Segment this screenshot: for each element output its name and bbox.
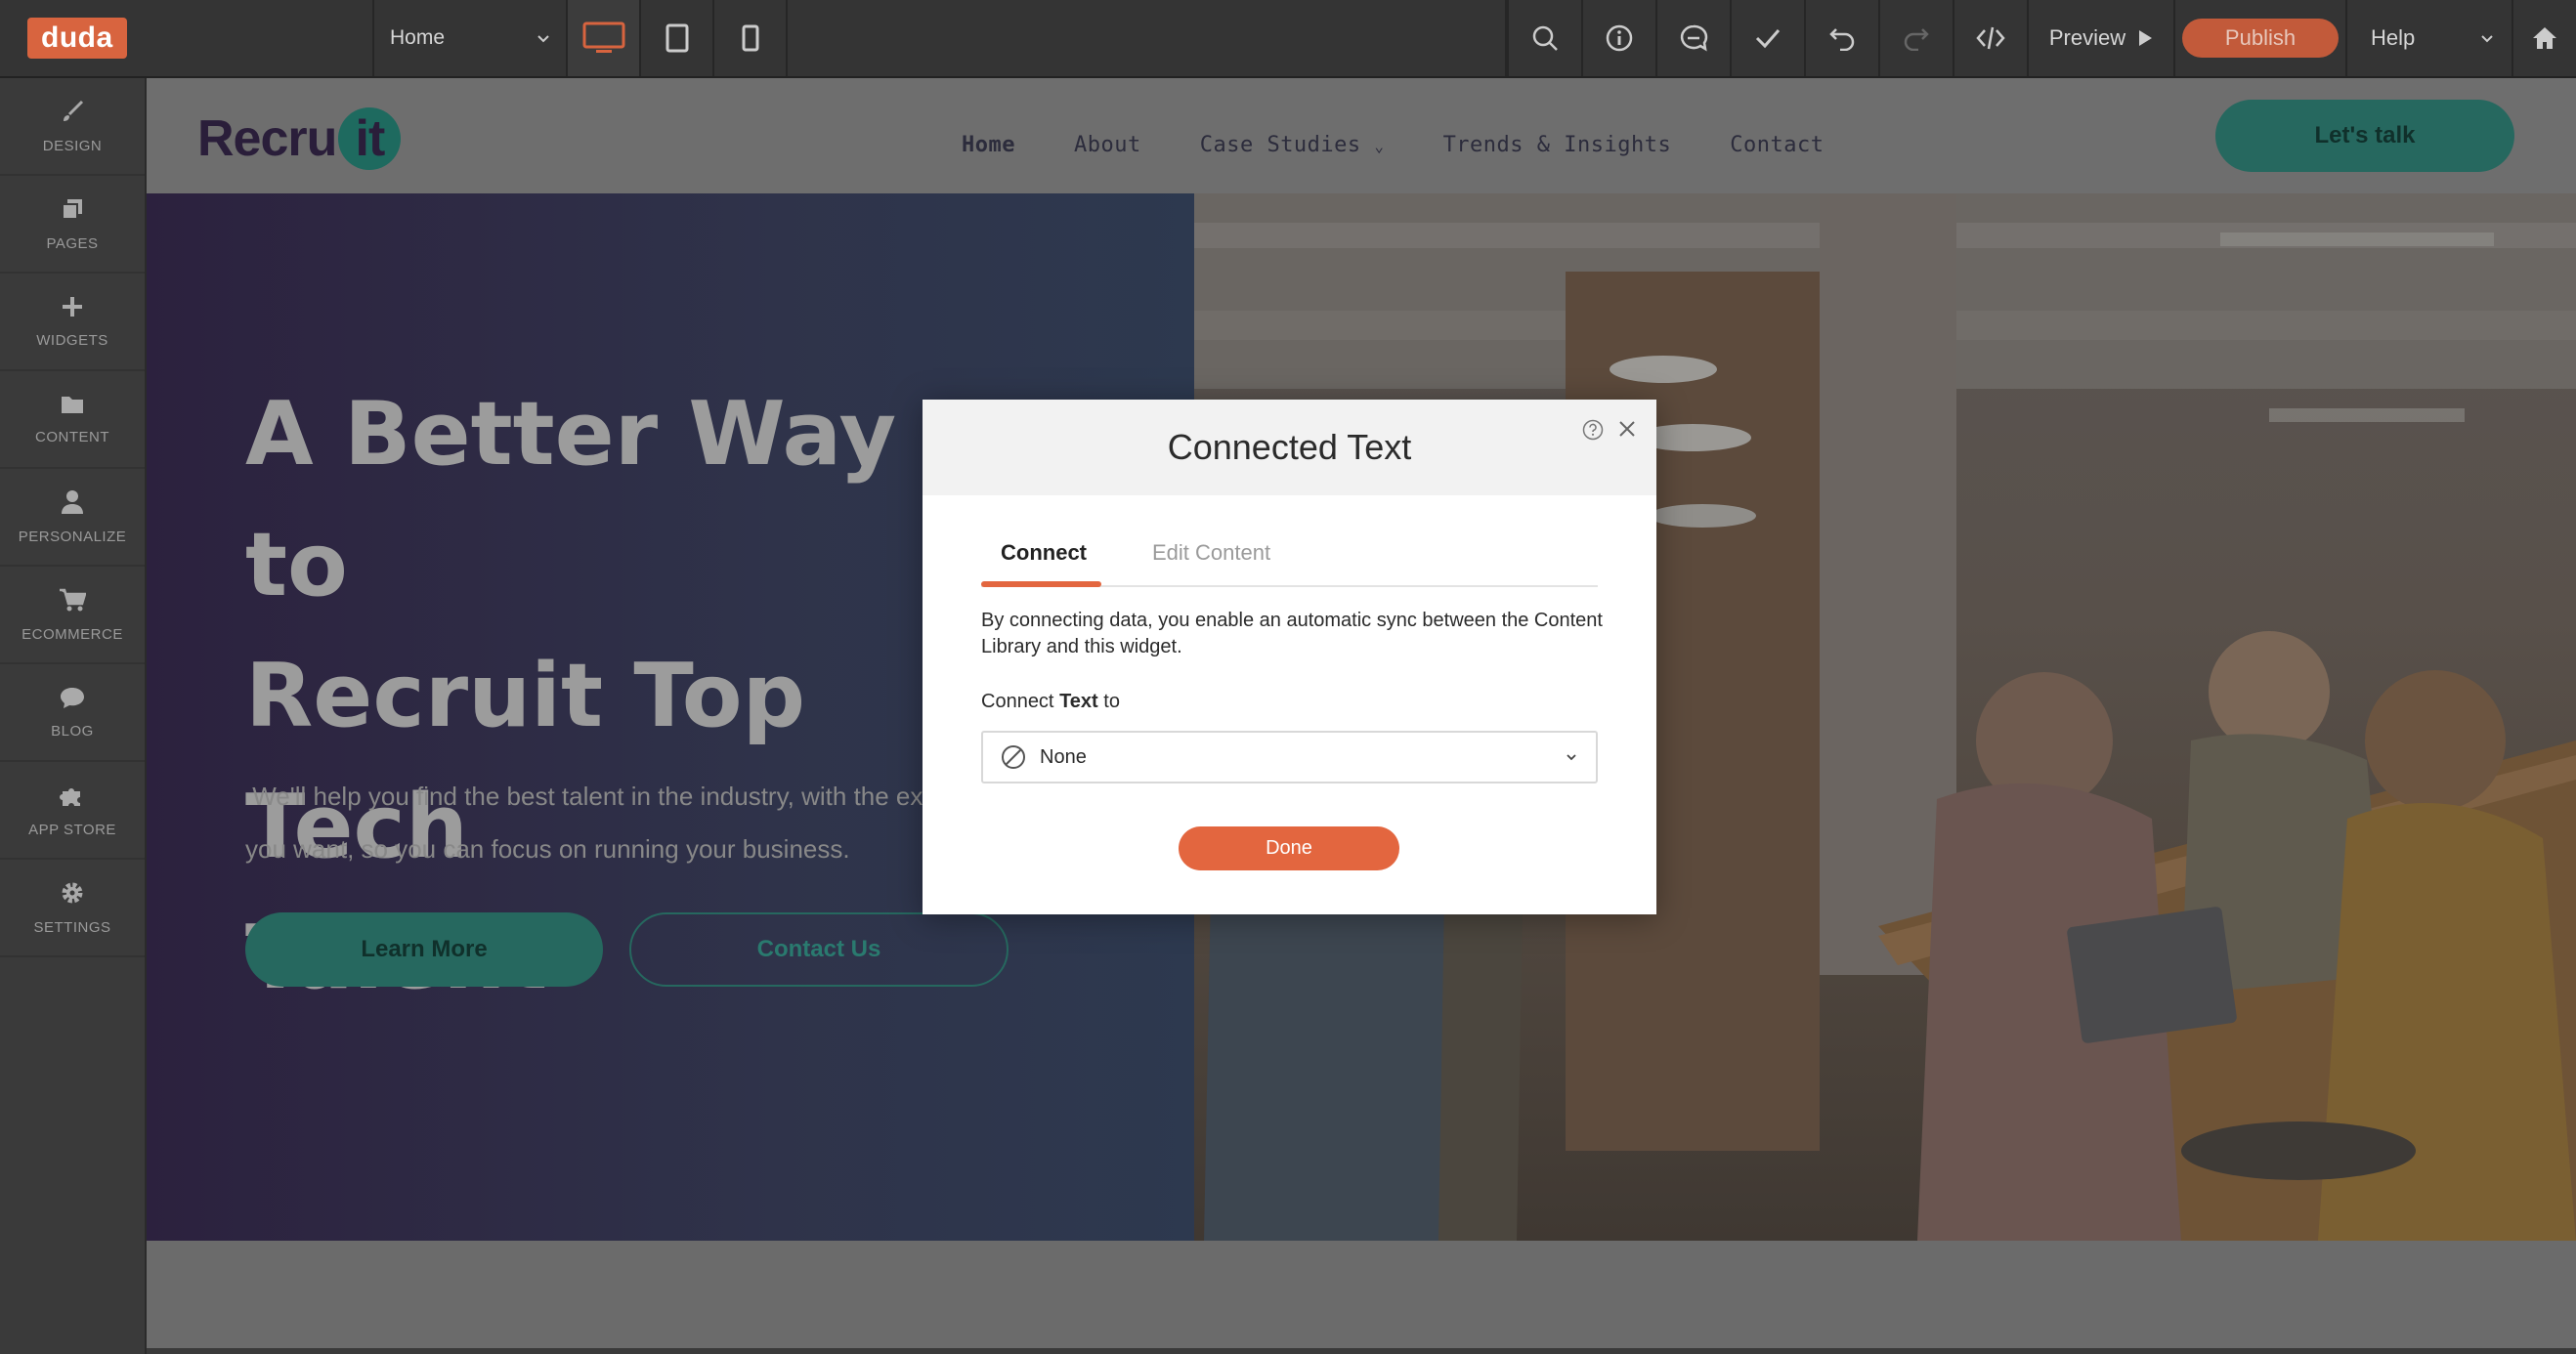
cart-icon bbox=[60, 588, 86, 611]
sidebar-item-content[interactable]: CONTENT bbox=[0, 371, 145, 469]
desktop-icon bbox=[582, 21, 624, 53]
sidebar-item-label: PAGES bbox=[46, 234, 99, 252]
play-icon bbox=[2139, 30, 2153, 46]
brush-icon bbox=[64, 100, 84, 121]
chevron-down-icon bbox=[1567, 754, 1576, 761]
chat-icon bbox=[61, 687, 84, 708]
undo-icon bbox=[1829, 28, 1855, 51]
sidebar-item-blog[interactable]: BLOG bbox=[0, 664, 145, 762]
left-sidebar: DESIGN PAGES WIDGETS CONTENT PERSONALIZE… bbox=[0, 78, 147, 1354]
chevron-down-icon bbox=[537, 35, 549, 43]
dialog-title: Connected Text bbox=[1167, 427, 1412, 467]
page-selector[interactable]: Home bbox=[374, 0, 568, 76]
top-toolbar: duda Home Preview Publish Help bbox=[0, 0, 2576, 78]
dev-mode-button[interactable] bbox=[1953, 0, 2027, 76]
none-icon bbox=[1002, 745, 1025, 769]
help-menu[interactable]: Help bbox=[2345, 0, 2512, 76]
tablet-icon bbox=[665, 23, 688, 53]
connected-text-dialog: Connected Text Connect Edit Content By c… bbox=[923, 400, 1656, 914]
undo-button[interactable] bbox=[1804, 0, 1878, 76]
puzzle-icon bbox=[60, 787, 80, 806]
sidebar-item-settings[interactable]: SETTINGS bbox=[0, 860, 145, 957]
sidebar-item-pages[interactable]: PAGES bbox=[0, 176, 145, 274]
sidebar-item-label: WIDGETS bbox=[36, 331, 108, 349]
close-icon bbox=[1619, 421, 1635, 437]
search-button[interactable] bbox=[1507, 0, 1581, 76]
sidebar-item-label: CONTENT bbox=[35, 428, 109, 445]
dialog-header: Connected Text bbox=[923, 400, 1656, 495]
code-icon bbox=[1976, 26, 2005, 50]
dialog-tabs: Connect Edit Content bbox=[981, 527, 1598, 587]
sidebar-item-design[interactable]: DESIGN bbox=[0, 78, 145, 176]
redo-icon bbox=[1904, 28, 1929, 51]
sidebar-item-label: BLOG bbox=[51, 722, 94, 740]
dialog-close-button[interactable] bbox=[1617, 419, 1637, 439]
chevron-down-icon bbox=[2481, 35, 2493, 43]
home-icon bbox=[2533, 27, 2556, 49]
sidebar-item-app-store[interactable]: APP STORE bbox=[0, 762, 145, 860]
comment-icon bbox=[1680, 24, 1708, 52]
sidebar-item-personalize[interactable]: PERSONALIZE bbox=[0, 469, 145, 567]
tab-connect[interactable]: Connect bbox=[1001, 540, 1087, 566]
preview-label: Preview bbox=[2048, 25, 2126, 50]
sidebar-item-label: APP STORE bbox=[28, 821, 116, 838]
connect-label-prefix: Connect bbox=[981, 691, 1060, 712]
publish-button[interactable]: Publish bbox=[2182, 19, 2339, 58]
preview-button[interactable]: Preview bbox=[2027, 0, 2173, 76]
connect-label-field: Text bbox=[1059, 691, 1098, 712]
page-selector-value: Home bbox=[390, 26, 446, 49]
desktop-view-button[interactable] bbox=[568, 0, 641, 76]
plus-icon bbox=[63, 296, 82, 317]
sidebar-item-label: SETTINGS bbox=[33, 918, 111, 936]
mobile-icon bbox=[742, 24, 758, 52]
done-button[interactable]: Done bbox=[1179, 826, 1399, 870]
help-icon bbox=[1582, 419, 1604, 441]
connect-source-select[interactable]: None bbox=[981, 731, 1598, 783]
person-icon bbox=[62, 489, 83, 514]
info-button[interactable] bbox=[1581, 0, 1655, 76]
sidebar-item-label: DESIGN bbox=[42, 137, 103, 154]
duda-logo-area: duda bbox=[0, 0, 374, 76]
duda-logo[interactable]: duda bbox=[27, 18, 127, 59]
check-icon bbox=[1755, 29, 1781, 49]
connect-label: Connect Text to bbox=[981, 691, 1120, 713]
active-tab-indicator bbox=[981, 581, 1101, 587]
redo-button[interactable] bbox=[1878, 0, 1953, 76]
pages-icon bbox=[62, 198, 82, 220]
search-icon bbox=[1532, 25, 1558, 51]
mobile-view-button[interactable] bbox=[714, 0, 788, 76]
home-button[interactable] bbox=[2512, 0, 2576, 76]
publish-area: Publish bbox=[2173, 0, 2345, 76]
dialog-help-button[interactable] bbox=[1582, 419, 1604, 441]
gear-icon bbox=[62, 882, 83, 903]
sidebar-item-label: ECOMMERCE bbox=[21, 625, 123, 643]
tab-edit-content[interactable]: Edit Content bbox=[1152, 540, 1270, 566]
editor-app: duda Home Preview Publish Help DESIGN PA… bbox=[0, 0, 2576, 1354]
connect-source-value: None bbox=[1040, 745, 1087, 768]
help-label: Help bbox=[2371, 25, 2416, 50]
sidebar-item-label: PERSONALIZE bbox=[18, 528, 127, 545]
dialog-description: By connecting data, you enable an automa… bbox=[981, 610, 1603, 657]
connect-label-suffix: to bbox=[1097, 691, 1120, 712]
validate-button[interactable] bbox=[1730, 0, 1804, 76]
comments-button[interactable] bbox=[1655, 0, 1730, 76]
tablet-view-button[interactable] bbox=[641, 0, 714, 76]
toolbar-spacer bbox=[788, 0, 1507, 76]
sidebar-item-widgets[interactable]: WIDGETS bbox=[0, 274, 145, 371]
sidebar-item-ecommerce[interactable]: ECOMMERCE bbox=[0, 567, 145, 664]
info-icon bbox=[1606, 24, 1633, 52]
folder-icon bbox=[62, 396, 83, 413]
